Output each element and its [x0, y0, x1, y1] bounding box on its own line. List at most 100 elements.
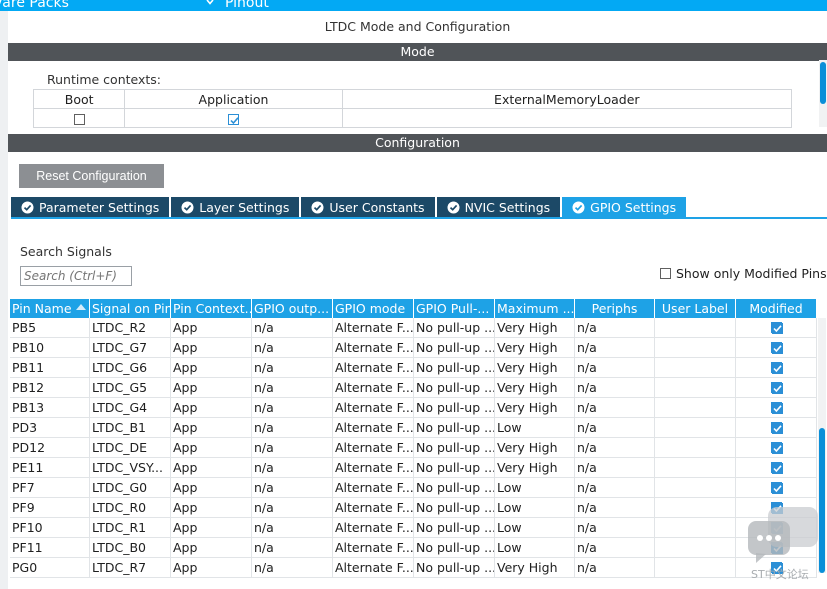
show-only-modified-checkbox[interactable] [660, 268, 671, 279]
cell-gpio-mode: Alternate F... [335, 438, 414, 457]
table-row[interactable]: PF7 LTDC_G0 App n/a Alternate F... No pull-up… [10, 478, 817, 498]
mode-scrollbar[interactable] [819, 60, 827, 127]
cell-modified[interactable] [736, 378, 817, 397]
table-row[interactable]: PB13 LTDC_G4 App n/a Alternate F... No pull-u… [10, 398, 817, 418]
tab-label: NVIC Settings [464, 200, 551, 215]
cell-user-label[interactable] [655, 318, 736, 337]
column-header-signal-on-pin[interactable]: Signal on Pin [90, 299, 171, 318]
modified-checkbox[interactable] [770, 482, 783, 494]
cell-user-label[interactable] [655, 378, 736, 397]
table-row[interactable]: PD3 LTDC_B1 App n/a Alternate F... No pull-up… [10, 418, 817, 438]
cell-user-label[interactable] [655, 558, 736, 577]
column-header-pin-context[interactable]: Pin Context... [171, 299, 252, 318]
cell-pin-name: PB5 [10, 318, 90, 337]
context-boot-checkbox[interactable] [73, 113, 85, 125]
cell-gpio-pull: No pull-up ... [416, 558, 495, 577]
cell-user-label[interactable] [655, 478, 736, 497]
reset-configuration-button[interactable]: Reset Configuration [19, 164, 164, 188]
table-row[interactable]: PB10 LTDC_G7 App n/a Alternate F... No pull-u… [10, 338, 817, 358]
table-row[interactable]: PF10 LTDC_R1 App n/a Alternate F... No pull-u… [10, 518, 817, 538]
configuration-section-header[interactable]: Configuration [8, 134, 827, 152]
column-header-modified[interactable]: Modified [736, 299, 817, 318]
cell-gpio-pull: No pull-up ... [416, 398, 495, 417]
cell-pin-context: App [171, 378, 252, 397]
tab-parameter-settings[interactable]: Parameter Settings [11, 197, 170, 218]
tab-nvic-settings[interactable]: NVIC Settings [436, 197, 561, 218]
table-row[interactable]: PB12 LTDC_G5 App n/a Alternate F... No pull-u… [10, 378, 817, 398]
tab-layer-settings[interactable]: Layer Settings [171, 197, 300, 218]
table-row[interactable]: PB11 LTDC_G6 App n/a Alternate F... No pull-u… [10, 358, 817, 378]
cell-user-label[interactable] [655, 418, 736, 437]
cell-periphs: n/a [575, 558, 655, 577]
top-header-bar: vare Packs Pinout [0, 0, 827, 11]
table-body: PB5 LTDC_R2 App n/a Alternate F... No pull-up… [10, 318, 817, 578]
column-header-user-label[interactable]: User Label [655, 299, 736, 318]
cell-modified[interactable] [736, 318, 817, 337]
modified-checkbox[interactable] [770, 342, 783, 354]
check-circle-icon [21, 201, 34, 214]
cell-gpio-mode: Alternate F... [335, 558, 414, 577]
column-header-gpio-pull[interactable]: GPIO Pull-... [414, 299, 495, 318]
table-row[interactable]: PE11 LTDC_VSY... App n/a Alternate F... No pu… [10, 458, 817, 478]
modified-checkbox[interactable] [770, 322, 783, 334]
column-header-pin-name[interactable]: Pin Name [10, 299, 90, 318]
cell-pin-context: App [171, 358, 252, 377]
cell-modified[interactable] [736, 418, 817, 437]
cell-user-label[interactable] [655, 358, 736, 377]
column-header-periphs[interactable]: Periphs [575, 299, 655, 318]
table-row[interactable]: PF9 LTDC_R0 App n/a Alternate F... No pull-up… [10, 498, 817, 518]
tab-user-constants[interactable]: User Constants [301, 197, 435, 218]
tab-gpio-settings[interactable]: GPIO Settings [562, 197, 687, 218]
runtime-contexts-table: Boot Application ExternalMemoryLoader [32, 89, 793, 128]
cell-modified[interactable] [736, 458, 817, 477]
cell-pin-context: App [171, 438, 252, 457]
show-only-modified-toggle[interactable]: Show only Modified Pins [660, 266, 827, 281]
context-application-checkbox[interactable] [227, 113, 239, 125]
cell-user-label[interactable] [655, 538, 736, 557]
modified-checkbox[interactable] [770, 442, 783, 454]
modified-checkbox[interactable] [770, 422, 783, 434]
cell-modified[interactable] [736, 358, 817, 377]
tab-software-packs[interactable]: vare Packs [0, 0, 69, 11]
cell-maximum-output-speed: Very High [495, 558, 575, 577]
runtime-contexts-label: Runtime contexts: [47, 72, 162, 87]
cell-pin-context: App [171, 418, 252, 437]
cell-modified[interactable] [736, 398, 817, 417]
modified-checkbox[interactable] [770, 402, 783, 414]
sort-ascending-icon[interactable] [76, 304, 86, 310]
column-header-label: GPIO Pull-... [416, 301, 490, 316]
table-row[interactable]: PD12 LTDC_DE App n/a Alternate F... No pull-u… [10, 438, 817, 458]
mode-section-header[interactable]: Mode [8, 43, 827, 61]
context-external-memory-loader-header: ExternalMemoryLoader [341, 89, 793, 109]
cell-modified[interactable] [736, 438, 817, 457]
cell-pin-name: PF11 [10, 538, 90, 557]
table-row[interactable]: PG0 LTDC_R7 App n/a Alternate F... No pull-up… [10, 558, 817, 578]
cell-maximum-output-speed: Very High [495, 458, 575, 477]
table-row[interactable]: PB5 LTDC_R2 App n/a Alternate F... No pull-up… [10, 318, 817, 338]
cell-user-label[interactable] [655, 498, 736, 517]
chevron-down-icon[interactable] [206, 0, 214, 6]
cell-gpio-mode: Alternate F... [335, 338, 414, 357]
column-header-gpio-output-level[interactable]: GPIO outp... [252, 299, 333, 318]
modified-checkbox[interactable] [770, 462, 783, 474]
mode-scrollbar-thumb[interactable] [820, 62, 826, 104]
column-header-maximum-output-speed[interactable]: Maximum ... [495, 299, 575, 318]
table-row[interactable]: PF11 LTDC_B0 App n/a Alternate F... No pull-u… [10, 538, 817, 558]
search-signals-input[interactable] [20, 266, 132, 286]
cell-user-label[interactable] [655, 398, 736, 417]
cell-pin-context: App [171, 338, 252, 357]
modified-checkbox[interactable] [770, 362, 783, 374]
check-circle-icon [447, 201, 460, 214]
modified-checkbox[interactable] [770, 382, 783, 394]
cell-modified[interactable] [736, 338, 817, 357]
cell-user-label[interactable] [655, 458, 736, 477]
tab-label: Parameter Settings [39, 200, 160, 215]
cell-user-label[interactable] [655, 518, 736, 537]
cell-user-label[interactable] [655, 338, 736, 357]
column-header-gpio-mode[interactable]: GPIO mode [333, 299, 414, 318]
cell-modified[interactable] [736, 478, 817, 497]
tab-pinout[interactable]: Pinout [225, 0, 269, 11]
cell-gpio-pull: No pull-up ... [416, 498, 495, 517]
chat-bubbles-icon [748, 507, 818, 563]
cell-user-label[interactable] [655, 438, 736, 457]
